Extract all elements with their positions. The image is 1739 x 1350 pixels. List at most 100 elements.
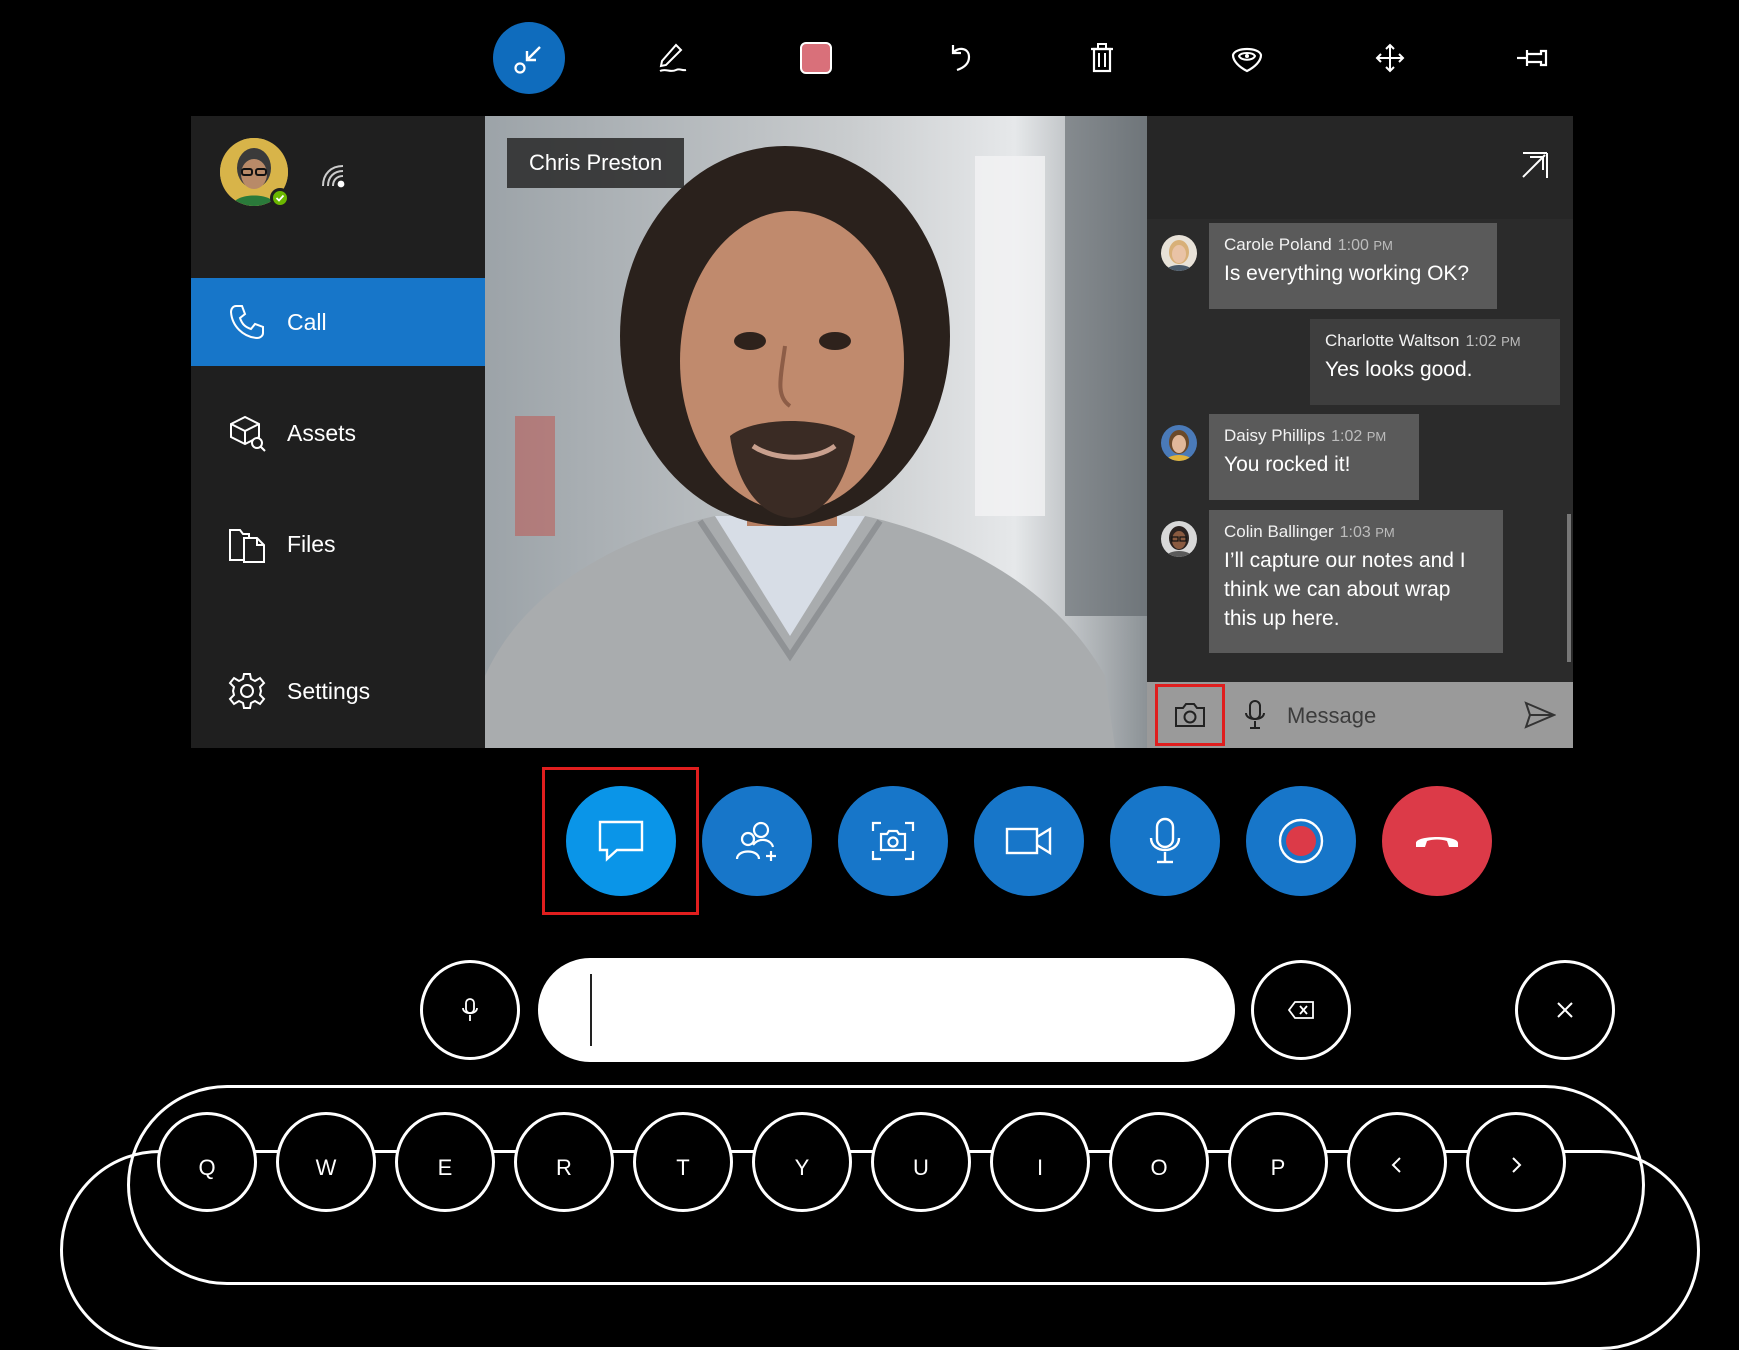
key-o[interactable]: O bbox=[1109, 1112, 1209, 1212]
sidebar-item-settings[interactable]: Settings bbox=[191, 647, 485, 735]
microphone-icon bbox=[1149, 817, 1181, 864]
keyboard-text-field[interactable] bbox=[538, 958, 1235, 1062]
phone-icon bbox=[225, 300, 269, 344]
snapshot-icon bbox=[871, 821, 915, 861]
signal-strength-icon bbox=[317, 160, 349, 190]
hololens-icon bbox=[1231, 47, 1263, 73]
sidebar-item-label: Assets bbox=[287, 419, 357, 446]
video-feed: Chris Preston bbox=[485, 116, 1147, 748]
shrink-arrow-icon bbox=[514, 46, 541, 74]
dictation-button[interactable] bbox=[420, 960, 520, 1060]
message-text: I’ll capture our notes and I think we ca… bbox=[1224, 549, 1466, 630]
message-composer bbox=[1147, 682, 1573, 748]
presence-available-icon bbox=[270, 188, 290, 208]
microphone-button[interactable] bbox=[1235, 694, 1275, 736]
avatar bbox=[1161, 425, 1197, 461]
record-button[interactable] bbox=[1246, 786, 1356, 896]
add-people-button[interactable] bbox=[702, 786, 812, 896]
add-people-icon bbox=[735, 821, 776, 861]
sidebar-item-assets[interactable]: Assets bbox=[191, 389, 485, 477]
message-sender: Daisy Phillips bbox=[1224, 426, 1326, 445]
pop-out-icon[interactable] bbox=[1519, 150, 1551, 182]
sidebar-item-files[interactable]: Files bbox=[191, 500, 485, 588]
pen-button[interactable] bbox=[636, 22, 708, 94]
undo-icon bbox=[951, 45, 971, 72]
pin-button[interactable] bbox=[1497, 22, 1569, 94]
delete-button[interactable] bbox=[1066, 22, 1138, 94]
camera-icon bbox=[1175, 703, 1205, 727]
color-button[interactable] bbox=[780, 22, 852, 94]
chat-message: Daisy Phillips 1:02 PM You rocked it! bbox=[1209, 414, 1419, 500]
sidebar-item-label: Files bbox=[287, 530, 336, 557]
app-window: Call Assets Files Settings Chris Preston… bbox=[191, 116, 1573, 748]
chevron-right-icon bbox=[1512, 1157, 1522, 1173]
message-input[interactable] bbox=[1285, 696, 1509, 736]
chat-icon bbox=[598, 820, 644, 862]
key-t[interactable]: T bbox=[633, 1112, 733, 1212]
pen-icon bbox=[659, 43, 687, 72]
close-icon bbox=[1557, 1002, 1573, 1018]
key-u[interactable]: U bbox=[871, 1112, 971, 1212]
gear-icon bbox=[225, 669, 269, 713]
record-icon bbox=[1278, 818, 1324, 864]
participant-video bbox=[485, 116, 1147, 748]
chevron-left-icon bbox=[1391, 1157, 1401, 1173]
sidebar-item-label: Settings bbox=[287, 677, 371, 704]
key-e[interactable]: E bbox=[395, 1112, 495, 1212]
message-sender: Charlotte Waltson bbox=[1325, 331, 1460, 350]
hang-up-button[interactable] bbox=[1382, 786, 1492, 896]
video-button[interactable] bbox=[974, 786, 1084, 896]
hang-up-icon bbox=[1416, 837, 1458, 847]
key-left-arrow[interactable] bbox=[1347, 1112, 1447, 1212]
key-r[interactable]: R bbox=[514, 1112, 614, 1212]
assets-icon bbox=[225, 411, 269, 455]
move-icon bbox=[1375, 43, 1405, 73]
message-text: Is everything working OK? bbox=[1224, 262, 1470, 285]
message-text: Yes looks good. bbox=[1325, 358, 1473, 381]
send-icon bbox=[1524, 701, 1556, 729]
avatar bbox=[1161, 521, 1197, 557]
hololens-button[interactable] bbox=[1211, 22, 1283, 94]
mute-button[interactable] bbox=[1110, 786, 1220, 896]
message-time: 1:02 PM bbox=[1331, 428, 1387, 445]
microphone-icon bbox=[1245, 700, 1265, 729]
chat-scrollbar[interactable] bbox=[1567, 514, 1571, 662]
message-text: You rocked it! bbox=[1224, 453, 1351, 476]
key-p[interactable]: P bbox=[1228, 1112, 1328, 1212]
text-caret bbox=[590, 974, 592, 1046]
key-right-arrow[interactable] bbox=[1466, 1112, 1566, 1212]
pin-icon bbox=[1517, 49, 1548, 67]
backspace-icon bbox=[1287, 1001, 1314, 1019]
key-q[interactable]: Q bbox=[157, 1112, 257, 1212]
camera-button[interactable] bbox=[1155, 684, 1225, 746]
color-swatch-icon bbox=[800, 42, 832, 74]
message-sender: Carole Poland bbox=[1224, 235, 1332, 254]
sidebar-item-label: Call bbox=[287, 308, 327, 335]
message-sender: Colin Ballinger bbox=[1224, 522, 1334, 541]
participant-name-label: Chris Preston bbox=[507, 138, 685, 188]
sidebar-item-call[interactable]: Call bbox=[191, 278, 485, 366]
chat-message: Carole Poland 1:00 PM Is everything worki… bbox=[1209, 223, 1497, 309]
backspace-button[interactable] bbox=[1251, 960, 1351, 1060]
message-time: 1:03 PM bbox=[1339, 524, 1395, 541]
chat-message: Colin Ballinger 1:03 PM I’ll capture our … bbox=[1209, 510, 1503, 653]
chat-button[interactable] bbox=[566, 786, 676, 896]
send-button[interactable] bbox=[1521, 696, 1559, 734]
shrink-button[interactable] bbox=[493, 22, 565, 94]
trash-icon bbox=[1091, 43, 1113, 73]
chat-panel: Carole Poland 1:00 PM Is everything worki… bbox=[1147, 116, 1573, 748]
avatar bbox=[1161, 235, 1197, 271]
message-time: 1:00 PM bbox=[1337, 237, 1393, 254]
sidebar: Call Assets Files Settings bbox=[191, 116, 485, 748]
message-time: 1:02 PM bbox=[1465, 333, 1521, 350]
close-keyboard-button[interactable] bbox=[1515, 960, 1615, 1060]
move-button[interactable] bbox=[1354, 22, 1426, 94]
files-icon bbox=[225, 522, 269, 566]
video-camera-icon bbox=[1005, 826, 1052, 856]
key-w[interactable]: W bbox=[276, 1112, 376, 1212]
key-i[interactable]: I bbox=[990, 1112, 1090, 1212]
undo-button[interactable] bbox=[924, 22, 996, 94]
microphone-icon bbox=[462, 998, 478, 1021]
key-y[interactable]: Y bbox=[752, 1112, 852, 1212]
snapshot-button[interactable] bbox=[838, 786, 948, 896]
